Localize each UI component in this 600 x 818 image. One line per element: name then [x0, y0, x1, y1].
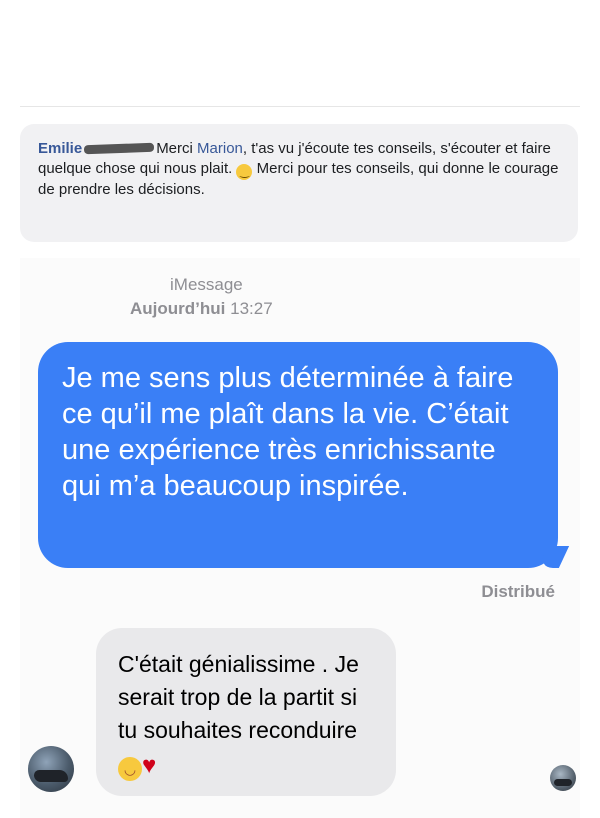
incoming-message-bubble[interactable]: C'était génialissime . Je serait trop de…: [96, 628, 396, 796]
read-receipt-avatar: [550, 765, 576, 791]
timestamp-date: Aujourd’hui: [130, 299, 226, 318]
sender-avatar[interactable]: [28, 746, 74, 792]
facebook-comment: Emilie Merci Marion, t'as vu j'écoute tes…: [38, 139, 568, 200]
comment-text-start: Merci: [156, 140, 198, 157]
message-timestamp: Aujourd’hui 13:27: [130, 299, 273, 319]
outgoing-message-bubble[interactable]: Je me sens plus déterminée à faire ce qu…: [38, 342, 558, 568]
service-label: iMessage: [170, 275, 243, 294]
top-divider: [20, 106, 580, 107]
delivery-status: Distribué: [481, 582, 555, 601]
incoming-message: C'était génialissime . Je serait trop de…: [118, 648, 376, 782]
smiling-blush-emoji-icon: ◡: [118, 757, 142, 781]
outgoing-message-text: Je me sens plus déterminée à faire ce qu…: [62, 362, 514, 502]
comment-author[interactable]: Emilie: [38, 140, 82, 157]
redacted-surname: [84, 142, 155, 154]
incoming-message-text: C'était génialissime . Je serait trop de…: [118, 651, 359, 743]
timestamp-time: 13:27: [230, 299, 273, 318]
red-heart-emoji-icon: ♥: [142, 752, 157, 779]
comment-mention[interactable]: Marion: [197, 140, 243, 157]
smile-emoji-icon: ‿: [236, 164, 253, 180]
